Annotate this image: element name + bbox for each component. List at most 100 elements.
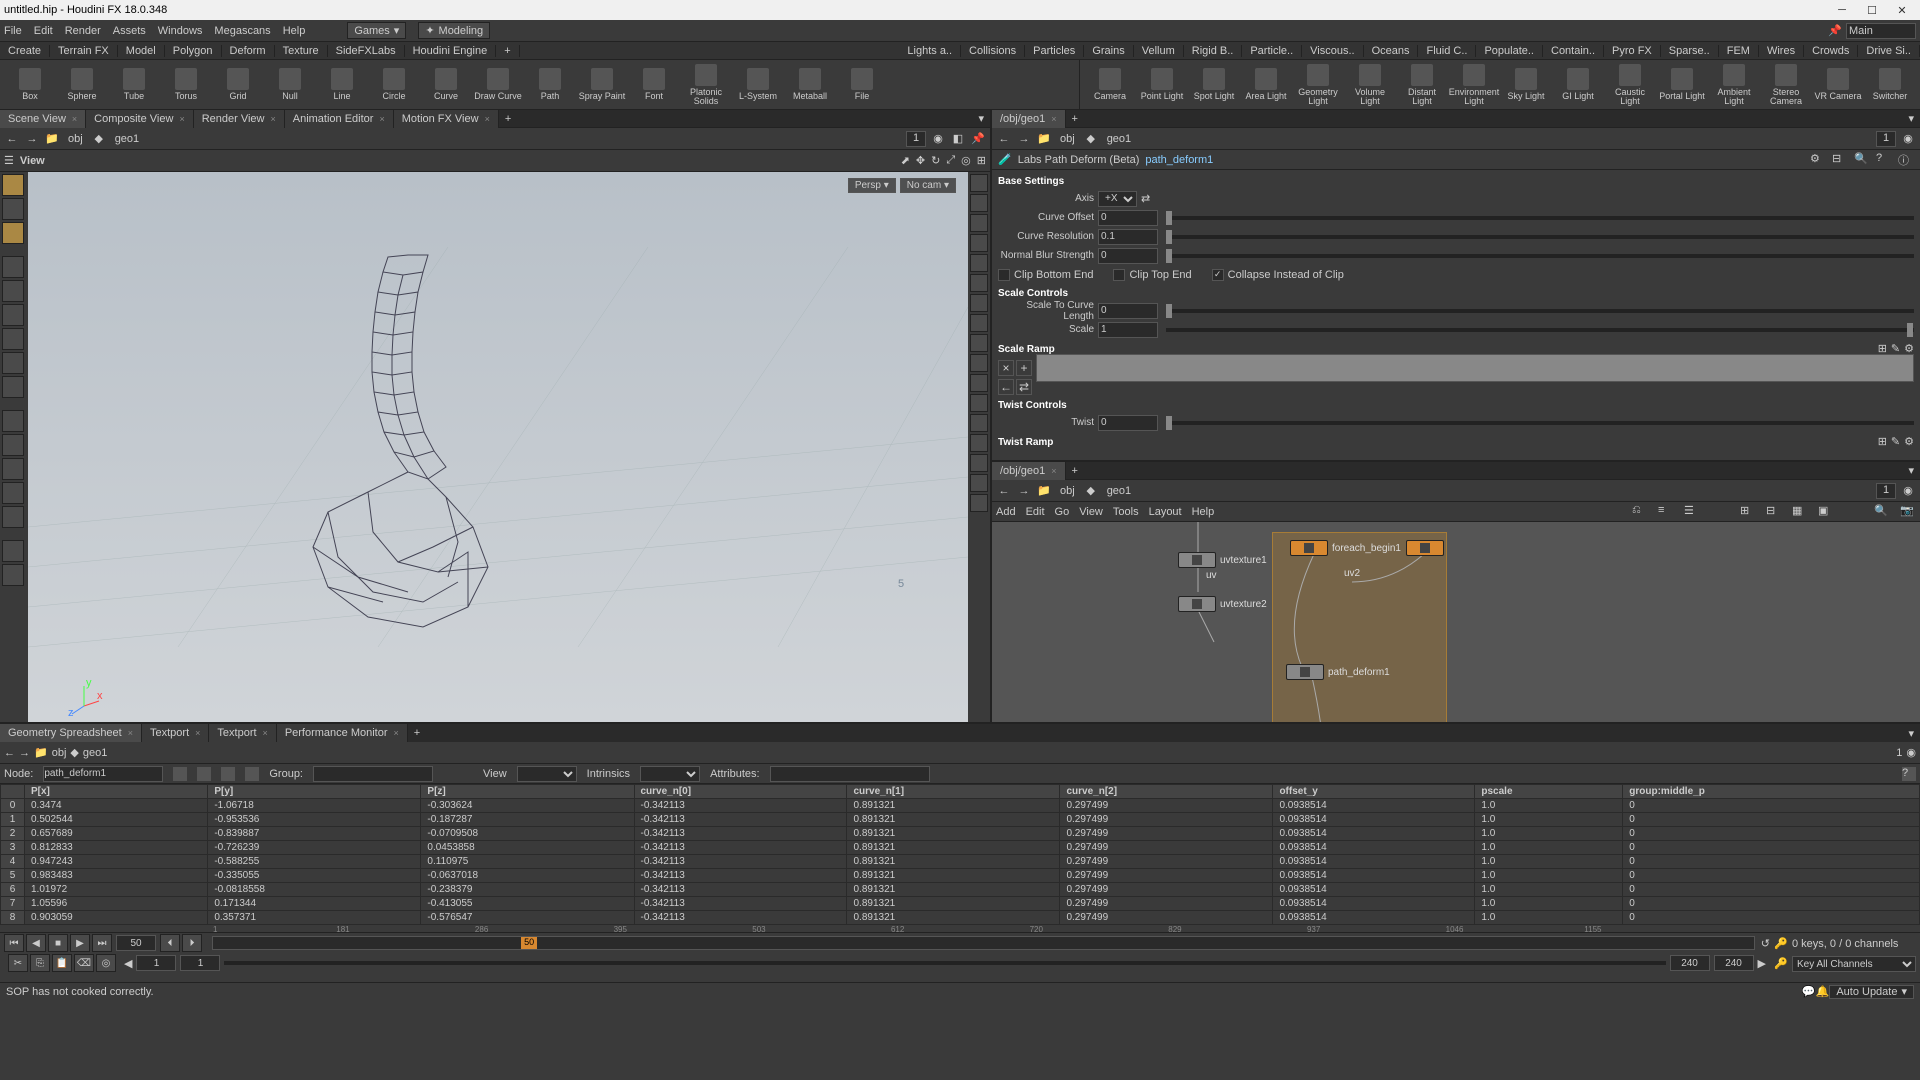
vp-tool-1[interactable]	[2, 198, 24, 220]
help-icon[interactable]: ?	[1876, 152, 1892, 168]
net-tab-nodepath[interactable]: /obj/geo1×	[992, 462, 1066, 480]
shelf-viscous[interactable]: Viscous..	[1302, 45, 1363, 57]
shelf-fem[interactable]: FEM	[1719, 45, 1759, 57]
desktop-games[interactable]: Games ▾	[347, 22, 406, 39]
sp-attributes-input[interactable]	[770, 766, 930, 782]
sp-node-input[interactable]	[43, 766, 163, 782]
vr-7[interactable]	[970, 294, 988, 312]
table-row[interactable]: 61.01972-0.0818558-0.238379-0.3421130.89…	[1, 883, 1920, 897]
range-end2[interactable]	[1714, 955, 1754, 971]
scale-curve-input[interactable]	[1098, 303, 1158, 319]
param-folder-icon[interactable]: 📁	[1036, 131, 1052, 147]
col-header[interactable]: offset_y	[1273, 785, 1475, 799]
param-crumb-geo[interactable]: geo1	[1103, 133, 1135, 145]
table-row[interactable]: 80.9030590.357371-0.576547-0.3421130.891…	[1, 911, 1920, 925]
net-tab-add[interactable]: +	[1066, 465, 1084, 477]
btab-spreadsheet[interactable]: Geometry Spreadsheet×	[0, 724, 142, 742]
key-paste[interactable]: 📋	[52, 954, 72, 972]
shelf-terrainfx[interactable]: Terrain FX	[50, 45, 118, 57]
tool-line[interactable]: Line	[318, 62, 366, 108]
scale-curve-slider[interactable]	[1166, 309, 1914, 313]
tool-torus[interactable]: Torus	[162, 62, 210, 108]
vr-11[interactable]	[970, 374, 988, 392]
tool-box[interactable]: Box	[6, 62, 54, 108]
vr-14[interactable]	[970, 434, 988, 452]
vp-t5[interactable]	[2, 352, 24, 374]
key-channels-dropdown[interactable]: Key All Channels	[1792, 956, 1916, 972]
sp-crumb-geo[interactable]: geo1	[83, 747, 107, 759]
shelf-sidefxlabs[interactable]: SideFXLabs	[328, 45, 405, 57]
btab-perf[interactable]: Performance Monitor×	[277, 724, 408, 742]
sp-folder-icon[interactable]: 📁	[34, 746, 48, 759]
net-wire-icon[interactable]: ⎌	[1632, 504, 1648, 520]
net-menu-help[interactable]: Help	[1192, 506, 1215, 518]
sp-group-input[interactable]	[313, 766, 433, 782]
timeline-loop[interactable]: ↺	[1761, 937, 1770, 950]
tab-add[interactable]: +	[499, 113, 517, 125]
close-button[interactable]: ✕	[1888, 2, 1916, 18]
range-handle-right[interactable]: ▶	[1758, 957, 1766, 970]
tool-grid[interactable]: Grid	[214, 62, 262, 108]
net-menu-layout[interactable]: Layout	[1149, 506, 1182, 518]
crumb-geo[interactable]: geo1	[111, 133, 143, 145]
sp-view-dropdown[interactable]	[517, 766, 577, 782]
tool-spray-paint[interactable]: Spray Paint	[578, 62, 626, 108]
play-last[interactable]: ⏭	[92, 934, 112, 952]
col-header[interactable]: curve_n[0]	[634, 785, 847, 799]
sp-intrinsics-dropdown[interactable]	[640, 766, 700, 782]
maximize-button[interactable]: ☐	[1858, 2, 1886, 18]
net-search-icon[interactable]: 🔍	[1874, 504, 1890, 520]
tool-sky-light[interactable]: Sky Light	[1502, 62, 1550, 108]
scale-tool[interactable]: ⤢	[946, 154, 955, 167]
sp-class-points[interactable]	[173, 767, 187, 781]
shelf-texture[interactable]: Texture	[275, 45, 328, 57]
desktop-name-input[interactable]	[1846, 23, 1916, 39]
shelf-crowds[interactable]: Crowds	[1804, 45, 1858, 57]
search-icon[interactable]: 🔍	[1854, 152, 1870, 168]
curve-res-slider[interactable]	[1166, 235, 1914, 239]
vp-t13[interactable]	[2, 564, 24, 586]
sp-class-prims[interactable]	[221, 767, 235, 781]
col-header[interactable]: P[x]	[25, 785, 208, 799]
vr-6[interactable]	[970, 274, 988, 292]
vp-select[interactable]	[2, 174, 24, 196]
shelf-oceans[interactable]: Oceans	[1364, 45, 1419, 57]
vr-1[interactable]	[970, 174, 988, 192]
menu-help[interactable]: Help	[283, 25, 306, 37]
key-del[interactable]: ⌫	[74, 954, 94, 972]
vp-t11[interactable]	[2, 506, 24, 528]
collapse-check[interactable]	[1212, 269, 1224, 281]
tool-geometry-light[interactable]: Geometry Light	[1294, 62, 1342, 108]
tool-null[interactable]: Null	[266, 62, 314, 108]
render-icon[interactable]: ◧	[950, 131, 966, 147]
step-fwd[interactable]: ⏵	[182, 934, 202, 952]
sp-nav-fwd[interactable]: →	[19, 747, 30, 759]
cam-dropdown[interactable]: No cam ▾	[900, 178, 956, 193]
crumb-obj[interactable]: obj	[64, 133, 87, 145]
ramp-add[interactable]: +	[1016, 360, 1032, 376]
col-header[interactable]	[1, 785, 25, 799]
net-grid-icon[interactable]: ⊞	[1740, 504, 1756, 520]
vp-t7[interactable]	[2, 410, 24, 432]
shelf-contain[interactable]: Contain..	[1543, 45, 1604, 57]
tool-font[interactable]: Font	[630, 62, 678, 108]
table-row[interactable]: 10.502544-0.953536-0.187287-0.3421130.89…	[1, 813, 1920, 827]
tool-tube[interactable]: Tube	[110, 62, 158, 108]
tool-draw-curve[interactable]: Draw Curve	[474, 62, 522, 108]
vr-8[interactable]	[970, 314, 988, 332]
tool-distant-light[interactable]: Distant Light	[1398, 62, 1446, 108]
display-tool[interactable]: ⊞	[977, 154, 986, 167]
twist-slider[interactable]	[1166, 421, 1914, 425]
normal-blur-input[interactable]	[1098, 248, 1158, 264]
ramp-next[interactable]: ⇄	[1016, 379, 1032, 395]
net-menu-add[interactable]: Add	[996, 506, 1016, 518]
minimize-button[interactable]: ─	[1828, 2, 1856, 18]
table-row[interactable]: 00.3474-1.06718-0.303624-0.3421130.89132…	[1, 799, 1920, 813]
node-foreach-begin1[interactable]: foreach_begin1	[1290, 540, 1401, 556]
shelf-lights[interactable]: Lights a..	[899, 45, 961, 57]
twist-input[interactable]	[1098, 415, 1158, 431]
shelf-add[interactable]: +	[496, 45, 519, 57]
vp-t9[interactable]	[2, 458, 24, 480]
menu-megascans[interactable]: Megascans	[214, 25, 270, 37]
normal-blur-slider[interactable]	[1166, 254, 1914, 258]
